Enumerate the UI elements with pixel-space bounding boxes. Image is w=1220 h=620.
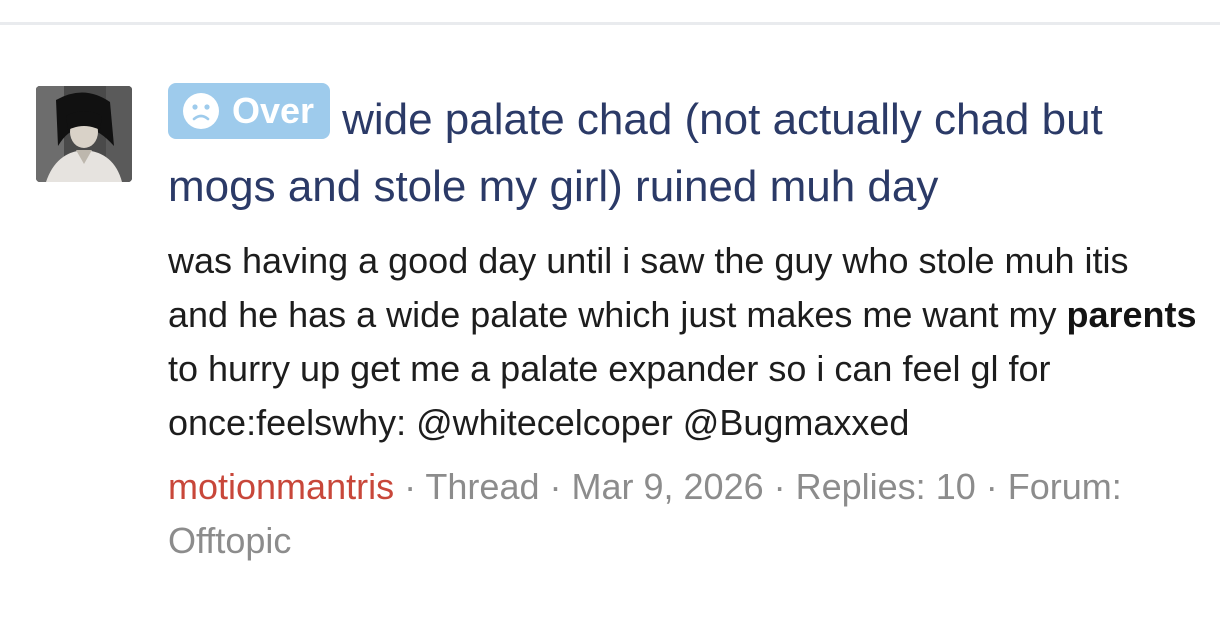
thread-title-line: Over wide palate chad (not actually chad …: [168, 83, 1198, 220]
author-link[interactable]: motionmantris: [168, 466, 394, 507]
post-date: Mar 9, 2026: [571, 466, 764, 507]
prefix-label: Over: [232, 90, 315, 131]
meta-separator: ·: [975, 466, 1008, 507]
content-type: Thread: [425, 466, 540, 507]
avatar[interactable]: [36, 86, 132, 182]
meta-separator: ·: [394, 466, 426, 507]
thread-snippet: was having a good day until i saw the gu…: [168, 234, 1198, 450]
forum-link[interactable]: Offtopic: [168, 520, 291, 561]
thread-prefix-badge[interactable]: Over: [168, 83, 331, 139]
sad-face-icon: [183, 93, 219, 129]
search-result-item: Over wide palate chad (not actually chad …: [0, 25, 1220, 620]
meta-separator: ·: [763, 466, 796, 507]
meta-separator: ·: [539, 466, 572, 507]
snippet-highlight: parents: [1066, 294, 1197, 335]
reply-count: Replies: 10: [795, 466, 976, 507]
snippet-text-2: to hurry up get me a palate expander so …: [168, 348, 1051, 443]
result-content: Over wide palate chad (not actually chad …: [168, 83, 1198, 568]
avatar-image: [36, 86, 132, 182]
thread-meta: motionmantris · Thread · Mar 9, 2026 · R…: [168, 460, 1198, 568]
snippet-text-1: was having a good day until i saw the gu…: [168, 240, 1129, 335]
forum-label: Forum:: [1007, 466, 1122, 507]
